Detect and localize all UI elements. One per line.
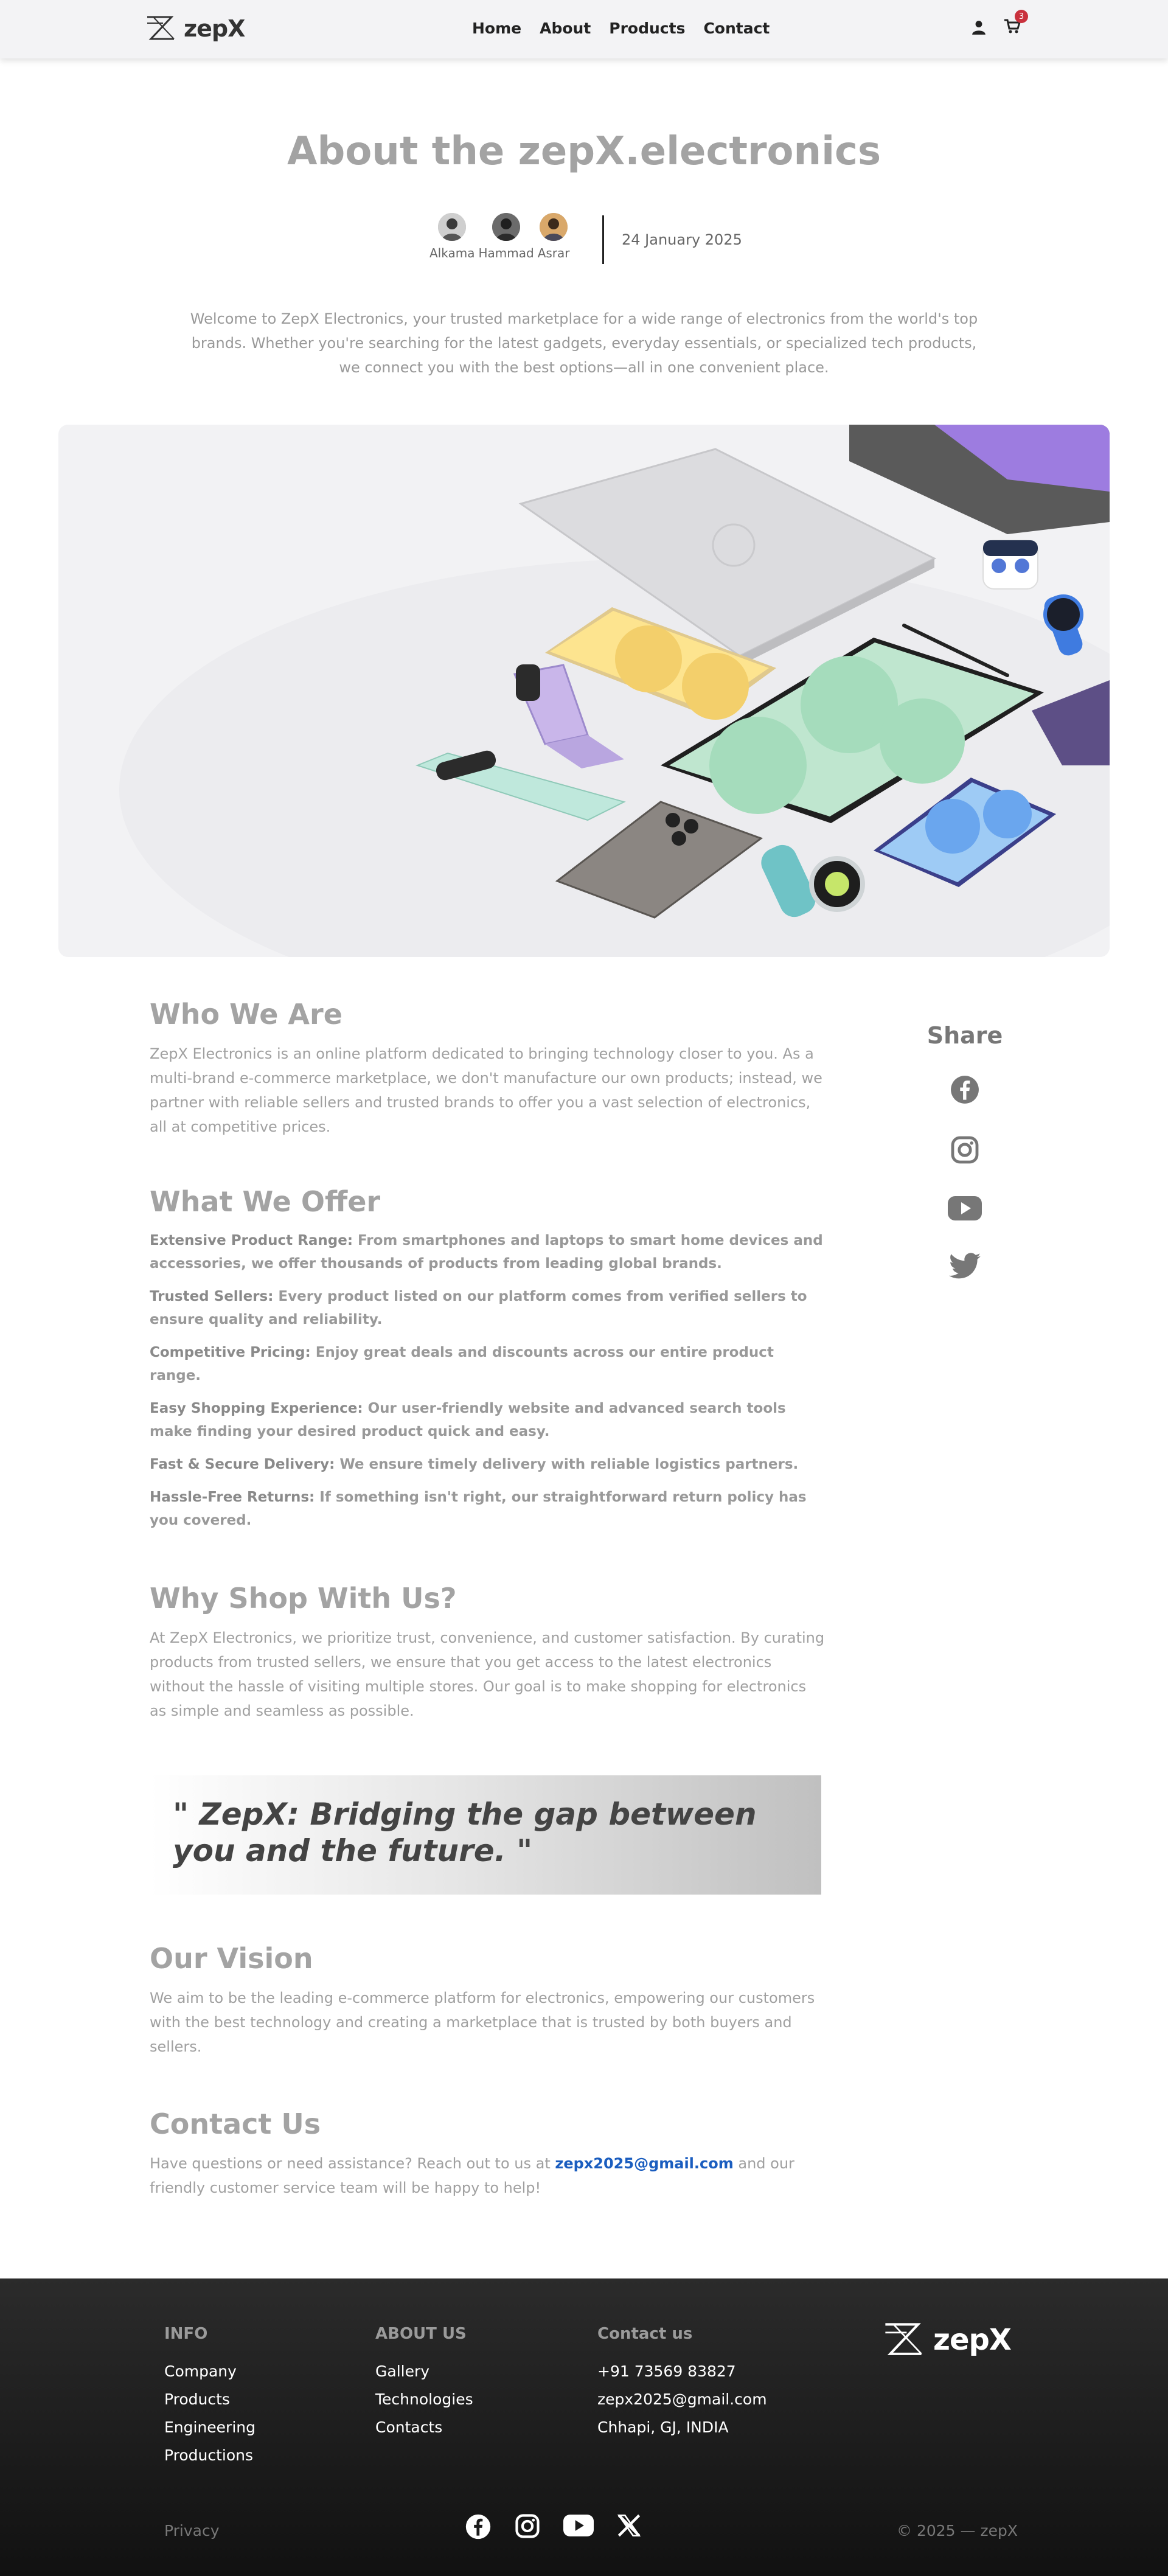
footer-about-column: ABOUT US Gallery Technologies Contacts [375,2325,473,2442]
footer-social-icons [465,2513,641,2540]
cart-count-badge: 3 [1015,10,1028,23]
section-title-offer: What We Offer [150,1185,381,1218]
instagram-icon[interactable] [515,2513,540,2539]
footer: INFO Company Products Engineering Produc… [0,2278,1168,2576]
contact-text-before: Have questions or need assistance? Reach… [150,2155,555,2172]
offer-item-label: Competitive Pricing: [150,1345,311,1360]
list-item: Trusted Sellers: Every product listed on… [150,1285,825,1331]
publish-date: 24 January 2025 [622,231,742,248]
intro-paragraph: Welcome to ZepX Electronics, your truste… [190,310,978,376]
footer-info-column: INFO Company Products Engineering Produc… [164,2325,255,2470]
about-content: Who We Are ZepX Electronics is an online… [150,998,825,2200]
offer-item-label: Fast & Secure Delivery: [150,1457,335,1472]
footer-column-title: INFO [164,2325,208,2343]
section-title-contact: Contact Us [150,2108,321,2140]
contact-email-link[interactable]: zepx2025@gmail.com [555,2155,733,2172]
section-title-why: Why Shop With Us? [150,1582,457,1615]
nav-about-link[interactable]: About [540,19,591,37]
page-title: About the zepX.electronics [287,129,881,174]
author: Hammad [478,213,534,260]
footer-column-title: Contact us [597,2325,693,2343]
zepx-logo-icon [885,2323,922,2355]
user-icon[interactable] [971,19,987,35]
author-list: Alkama Hammad Asrar [429,213,570,260]
offer-list: Extensive Product Range: From smartphone… [150,1229,825,1532]
list-item: Fast & Secure Delivery: We ensure timely… [150,1453,825,1476]
footer-link-company[interactable]: Company [164,2358,255,2386]
footer-logo[interactable]: zepX [882,2321,1012,2359]
footer-column-title: ABOUT US [375,2325,467,2343]
offer-item-label: Easy Shopping Experience: [150,1401,363,1416]
footer-link-engineering[interactable]: Engineering [164,2414,255,2442]
offer-item-text: We ensure timely delivery with reliable … [335,1457,799,1472]
divider [602,215,604,264]
footer-link-products[interactable]: Products [164,2386,255,2414]
author-name: Alkama [429,246,475,260]
author-name: Hammad [478,246,534,260]
footer-email[interactable]: zepx2025@gmail.com [597,2386,767,2414]
offer-item-label: Hassle-Free Returns: [150,1489,315,1505]
youtube-icon[interactable] [948,1195,982,1222]
section-title-who: Who We Are [150,998,342,1031]
author: Alkama [429,213,474,260]
quote-box: " ZepX: Bridging the gap between you and… [150,1775,821,1895]
hero-banner-image [58,425,1110,957]
avatar [438,213,467,241]
copyright: © 2025 — zepX [897,2522,1018,2539]
cart-button[interactable]: 3 [1004,10,1028,37]
zepx-logo-icon [147,16,175,40]
nav-icons: 3 [971,10,1028,37]
nav-links: Home About Products Contact [472,19,770,37]
author: Asrar [538,213,570,260]
contact-paragraph: Have questions or need assistance? Reach… [150,2151,825,2200]
privacy-link[interactable]: Privacy [164,2522,220,2539]
list-item: Competitive Pricing: Enjoy great deals a… [150,1341,825,1387]
facebook-icon[interactable] [950,1074,980,1105]
nav-products-link[interactable]: Products [609,19,685,37]
footer-contact-column: Contact us +91 73569 83827 zepx2025@gmai… [597,2325,767,2442]
nav-contact-link[interactable]: Contact [703,19,770,37]
footer-link-technologies[interactable]: Technologies [375,2386,473,2414]
avatar [492,213,521,241]
vision-paragraph: We aim to be the leading e-commerce plat… [150,1989,815,2055]
footer-address: Chhapi, GJ, INDIA [597,2418,729,2436]
who-paragraph: ZepX Electronics is an online platform d… [150,1045,822,1135]
footer-link-contacts[interactable]: Contacts [375,2414,473,2442]
youtube-icon[interactable] [563,2513,594,2538]
avatar [540,213,568,241]
footer-link-gallery[interactable]: Gallery [375,2358,473,2386]
why-paragraph: At ZepX Electronics, we prioritize trust… [150,1629,825,1719]
list-item: Hassle-Free Returns: If something isn't … [150,1486,825,1532]
share-title: Share [926,1022,1003,1049]
brand-logo[interactable]: zepX [145,15,245,43]
footer-link-productions[interactable]: Productions [164,2442,255,2470]
footer-phone[interactable]: +91 73569 83827 [597,2358,767,2386]
list-item: Extensive Product Range: From smartphone… [150,1229,825,1275]
list-item: Easy Shopping Experience: Our user-frien… [150,1397,825,1443]
twitter-icon[interactable] [949,1252,981,1280]
x-icon[interactable] [617,2513,641,2538]
offer-item-label: Trusted Sellers: [150,1289,274,1304]
section-title-vision: Our Vision [150,1942,313,1975]
offer-item-label: Extensive Product Range: [150,1233,353,1248]
brand-name: zepX [184,15,245,42]
instagram-icon[interactable] [950,1135,979,1164]
facebook-icon[interactable] [465,2513,492,2540]
footer-brand-name: zepX [933,2323,1012,2357]
quote-text: " ZepX: Bridging the gap between you and… [173,1797,757,1868]
nav-home-link[interactable]: Home [472,19,521,37]
author-name: Asrar [537,246,570,260]
share-panel: Share [927,1022,1003,1280]
navbar: zepX Home About Products Contact 3 [0,0,1168,58]
